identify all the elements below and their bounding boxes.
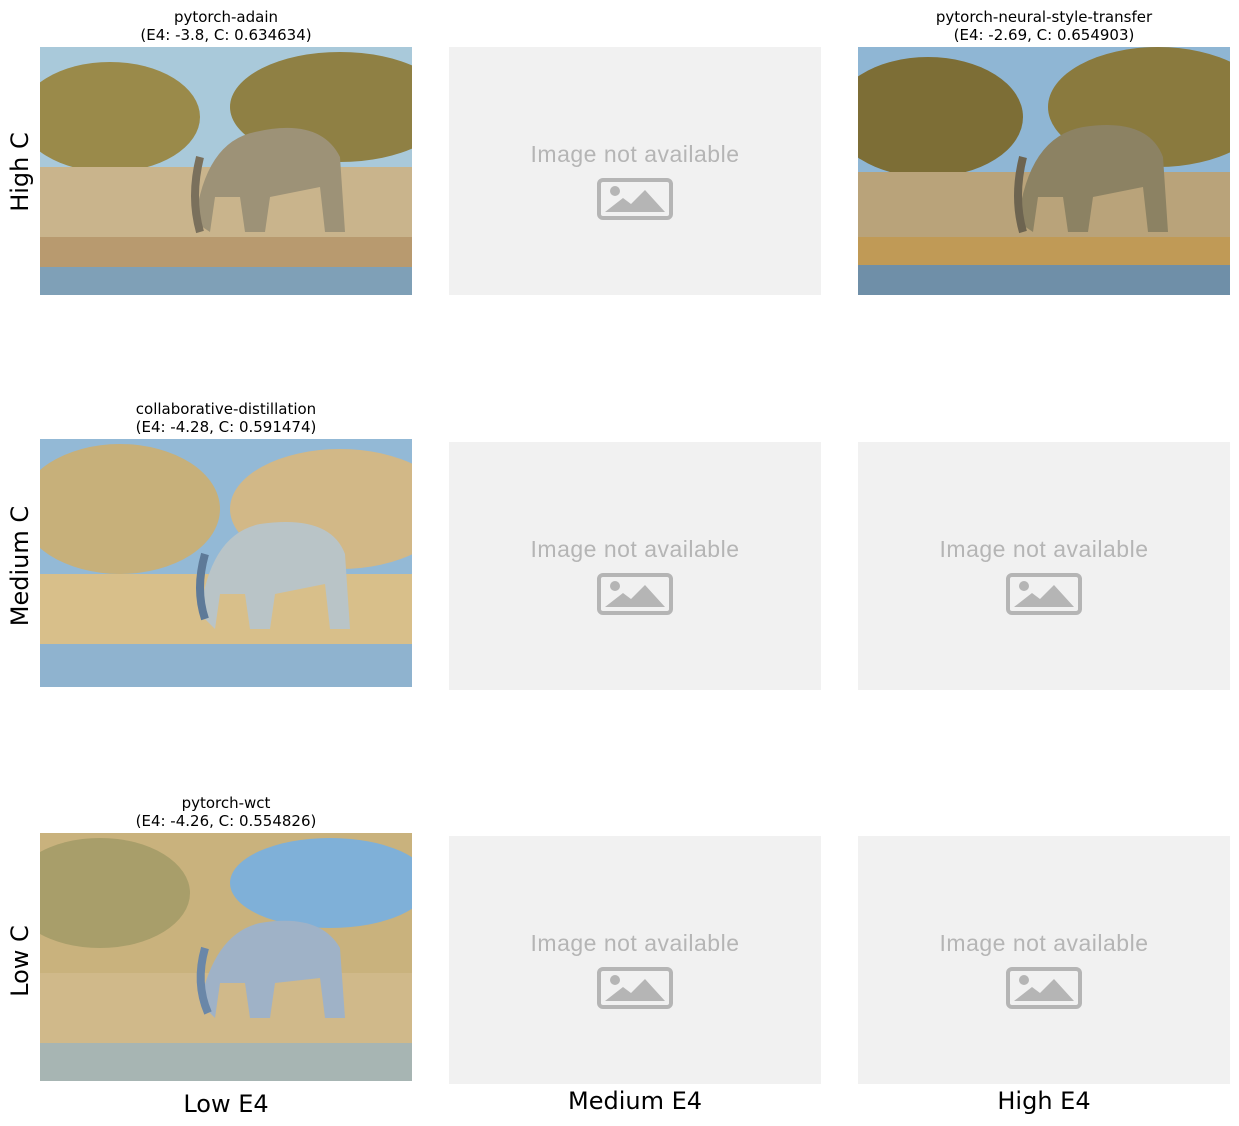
cell-title-low-low: pytorch-wct (E4: -4.26, C: 0.554826) [40, 794, 412, 830]
image-not-available-text: Image not available [939, 536, 1149, 562]
col-label-high-e4: High E4 [997, 1087, 1091, 1115]
method-name: pytorch-adain [173, 8, 279, 26]
image-placeholder-icon [1006, 573, 1082, 615]
col-label-medium-e4: Medium E4 [567, 1087, 703, 1115]
image-placeholder-icon [597, 178, 673, 220]
placeholder-medium-medium: Image not available [449, 442, 821, 690]
method-metrics: (E4: -3.8, C: 0.634634) [140, 26, 312, 44]
cell-title-high-high: pytorch-neural-style-transfer (E4: -2.69… [858, 8, 1230, 44]
stylized-image-pytorch-neural-style-transfer [858, 47, 1230, 295]
image-not-available-text: Image not available [530, 536, 740, 562]
method-metrics: (E4: -4.26, C: 0.554826) [135, 812, 317, 830]
image-not-available-text: Image not available [530, 930, 740, 956]
cell-title-high-low: pytorch-adain (E4: -3.8, C: 0.634634) [40, 8, 412, 44]
image-not-available-text: Image not available [939, 930, 1149, 956]
placeholder-medium-high: Image not available [858, 442, 1230, 690]
row-label-low-c: Low C [6, 925, 34, 997]
method-metrics: (E4: -4.28, C: 0.591474) [135, 418, 317, 436]
placeholder-high-medium: Image not available [449, 47, 821, 295]
stylized-image-pytorch-adain [40, 47, 412, 295]
stylized-image-pytorch-wct [40, 833, 412, 1081]
image-placeholder-icon [1006, 967, 1082, 1009]
image-placeholder-icon [597, 573, 673, 615]
row-label-high-c: High C [6, 132, 34, 212]
method-name: pytorch-wct [181, 794, 271, 812]
row-label-medium-c: Medium C [6, 505, 34, 627]
method-name: collaborative-distillation [135, 400, 317, 418]
image-not-available-text: Image not available [530, 141, 740, 167]
col-label-low-e4: Low E4 [183, 1090, 269, 1118]
cell-title-medium-low: collaborative-distillation (E4: -4.28, C… [40, 400, 412, 436]
placeholder-low-high: Image not available [858, 836, 1230, 1084]
method-metrics: (E4: -2.69, C: 0.654903) [953, 26, 1135, 44]
stylized-image-collaborative-distillation [40, 439, 412, 687]
method-name: pytorch-neural-style-transfer [935, 8, 1153, 26]
image-placeholder-icon [597, 967, 673, 1009]
placeholder-low-medium: Image not available [449, 836, 821, 1084]
